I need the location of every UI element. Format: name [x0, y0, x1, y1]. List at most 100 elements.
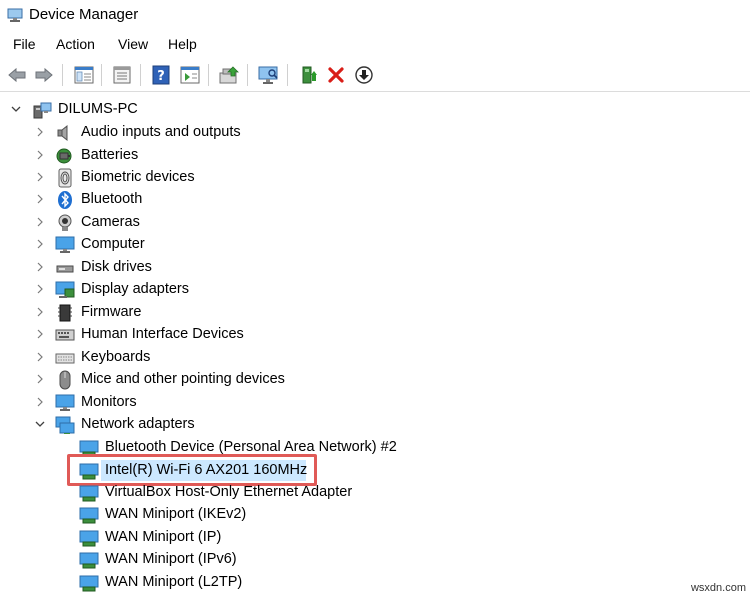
menu-view[interactable]: View [115, 36, 151, 52]
tree-category[interactable]: Human Interface Devices [0, 323, 750, 345]
device-label: WAN Miniport (IPv6) [105, 551, 237, 567]
expand-chevron-icon[interactable] [34, 125, 46, 139]
collapse-chevron-icon[interactable] [10, 102, 22, 116]
category-label: Monitors [81, 394, 137, 410]
window-title: Device Manager [29, 6, 139, 23]
tree-device[interactable]: WAN Miniport (IPv6) [0, 548, 750, 570]
collapse-chevron-icon[interactable] [34, 417, 46, 431]
help-icon[interactable]: ? [149, 63, 173, 87]
device-label: Bluetooth Device (Personal Area Network)… [105, 439, 397, 455]
mouse-icon [59, 370, 71, 390]
tree-category[interactable]: Monitors [0, 391, 750, 413]
tree-category[interactable]: Cameras [0, 211, 750, 233]
expand-chevron-icon[interactable] [34, 350, 46, 364]
back-icon[interactable] [5, 63, 29, 87]
tree-device[interactable]: WAN Miniport (L2TP) [0, 571, 750, 593]
category-label: Network adapters [81, 416, 195, 432]
tree-device[interactable]: WAN Miniport (IP) [0, 526, 750, 548]
camera-icon [58, 214, 72, 231]
expand-chevron-icon[interactable] [34, 148, 46, 162]
fingerprint-icon [58, 168, 72, 188]
tree-category[interactable]: Batteries [0, 144, 750, 166]
tree-root[interactable]: DILUMS-PC [0, 98, 750, 120]
category-label: Mice and other pointing devices [81, 371, 285, 387]
tree-device[interactable]: WAN Miniport (IKEv2) [0, 503, 750, 525]
expand-chevron-icon[interactable] [34, 372, 46, 386]
tree-category-expanded[interactable]: Network adapters [0, 413, 750, 435]
tree-category[interactable]: Biometric devices [0, 166, 750, 188]
tree-category[interactable]: Firmware [0, 301, 750, 323]
category-label: Keyboards [81, 349, 151, 365]
toolbar-separator [62, 64, 63, 86]
category-label: Computer [81, 236, 145, 252]
tree-category[interactable]: Computer [0, 233, 750, 255]
toolbar-separator [140, 64, 141, 86]
tree-category[interactable]: Mice and other pointing devices [0, 368, 750, 390]
monitor-icon [55, 394, 75, 411]
properties-icon[interactable] [110, 63, 134, 87]
menu-file[interactable]: File [10, 36, 39, 52]
tree-category[interactable]: Keyboards [0, 346, 750, 368]
category-label: Human Interface Devices [81, 326, 244, 342]
bluetooth-icon [58, 191, 72, 209]
toolbar-separator [247, 64, 248, 86]
show-hide-console-tree-icon[interactable] [72, 63, 96, 87]
device-label: WAN Miniport (IKEv2) [105, 506, 247, 522]
category-label: Bluetooth [81, 191, 143, 207]
tree-category[interactable]: Disk drives [0, 256, 750, 278]
network-adapter-icon [79, 575, 99, 592]
expand-chevron-icon[interactable] [34, 327, 46, 341]
svg-text:?: ? [157, 69, 165, 84]
device-label: VirtualBox Host-Only Ethernet Adapter [105, 484, 353, 500]
category-label: Batteries [81, 147, 139, 163]
update-driver-icon[interactable] [217, 63, 241, 87]
disk-drive-icon [56, 265, 74, 273]
network-adapter-icon [79, 552, 99, 569]
tree-category[interactable]: Display adapters [0, 278, 750, 300]
expand-chevron-icon[interactable] [34, 395, 46, 409]
network-adapter-icon [79, 507, 99, 524]
expand-chevron-icon[interactable] [34, 192, 46, 206]
category-label: Audio inputs and outputs [81, 124, 241, 140]
forward-icon[interactable] [32, 63, 56, 87]
uninstall-device-icon[interactable] [324, 63, 348, 87]
network-adapter-icon [79, 530, 99, 547]
network-adapter-icon [79, 485, 99, 502]
tree-category[interactable]: Bluetooth [0, 188, 750, 210]
category-label: Cameras [81, 214, 140, 230]
expand-chevron-icon[interactable] [34, 305, 46, 319]
expand-chevron-icon[interactable] [34, 215, 46, 229]
category-label: Firmware [81, 304, 142, 320]
category-label: Display adapters [81, 281, 189, 297]
device-label: WAN Miniport (IP) [105, 529, 222, 545]
device-manager-icon [7, 8, 23, 22]
speaker-icon [57, 124, 68, 142]
title-bar: Device Manager [0, 0, 750, 32]
action-pane-icon[interactable] [178, 63, 202, 87]
disable-device-icon[interactable] [352, 63, 376, 87]
keyboard-icon [55, 353, 75, 364]
tree-category[interactable]: Audio inputs and outputs [0, 121, 750, 143]
toolbar-separator [101, 64, 102, 86]
tree-device[interactable]: VirtualBox Host-Only Ethernet Adapter [0, 481, 750, 503]
network-adapter-icon [55, 416, 75, 434]
enable-device-icon[interactable] [297, 63, 321, 87]
menu-action[interactable]: Action [53, 36, 98, 52]
expand-chevron-icon[interactable] [34, 237, 46, 251]
menu-help[interactable]: Help [165, 36, 200, 52]
toolbar: ? [0, 58, 750, 92]
tree-root-label: DILUMS-PC [58, 101, 138, 117]
computer-icon [33, 102, 52, 119]
scan-hardware-icon[interactable] [256, 63, 280, 87]
expand-chevron-icon[interactable] [34, 170, 46, 184]
expand-chevron-icon[interactable] [34, 260, 46, 274]
expand-chevron-icon[interactable] [34, 282, 46, 296]
battery-icon [56, 148, 72, 164]
display-adapter-icon [55, 281, 75, 298]
menu-bar: File Action View Help [0, 33, 750, 57]
device-label: WAN Miniport (L2TP) [105, 574, 243, 590]
hid-icon [55, 329, 75, 341]
category-label: Disk drives [81, 259, 152, 275]
toolbar-separator [208, 64, 209, 86]
firmware-chip-icon [58, 304, 72, 322]
